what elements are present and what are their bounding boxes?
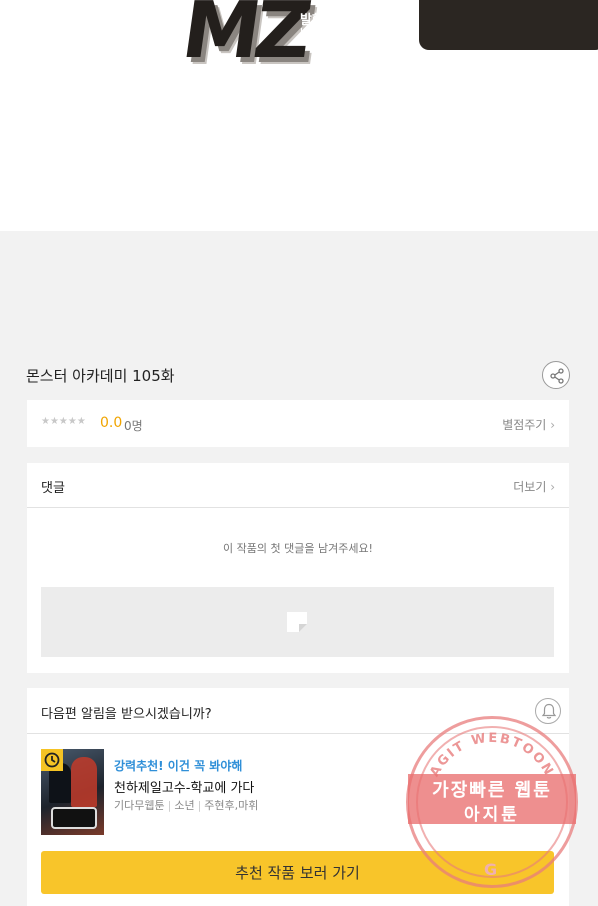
google-g-icon: G: [484, 860, 498, 879]
meta-genre: 소년: [174, 799, 195, 812]
watermark-stamp: AGIT WEBTOON 가장빠른 웹툰 아지툰 G: [406, 716, 578, 888]
header-banner-area: MZ 발행 (주)엠젯패밀리 http://mzfamily.co.kr: [0, 0, 598, 231]
comment-header: 댓글 더보기 ›: [27, 463, 569, 508]
thumbnail-title-logo: [51, 807, 97, 829]
meta-divider: |: [197, 799, 202, 812]
publisher-url: http://mzfamily.co.kr: [300, 26, 414, 39]
svg-text:AGIT WEBTOON: AGIT WEBTOON: [427, 731, 556, 780]
rating-card: ★★★★★ 0.0 0명 별점주기 ›: [27, 400, 569, 447]
clock-icon: [44, 752, 60, 768]
publisher-badge: [419, 0, 598, 50]
meta-category: 기다무웹툰: [114, 799, 165, 812]
rate-link[interactable]: 별점주기 ›: [502, 416, 555, 433]
share-icon: [550, 368, 564, 384]
comment-input-box[interactable]: [41, 587, 554, 657]
comment-section: 댓글 더보기 › 이 작품의 첫 댓글을 남겨주세요!: [27, 463, 569, 673]
episode-title: 몬스터 아카데미 105화: [26, 367, 175, 385]
recommendation-thumbnail[interactable]: [41, 749, 104, 835]
watermark-line1: 가장빠른 웹툰: [432, 780, 552, 801]
meta-divider: |: [167, 799, 172, 812]
publisher-logo-letters: MZ: [176, 0, 312, 76]
thumbnail-figure: [71, 757, 97, 807]
comment-empty-message: 이 작품의 첫 댓글을 남겨주세요!: [223, 542, 373, 555]
comment-more-link[interactable]: 더보기 ›: [513, 478, 555, 495]
rating-count: 0명: [124, 419, 143, 433]
watermark-line2: 아지툰: [464, 805, 520, 825]
comment-more-label: 더보기: [513, 480, 547, 494]
recommendation-tag: 강력추천! 이건 꼭 봐야해: [114, 759, 243, 773]
notify-question: 다음편 알림을 받으시겠습니까?: [41, 707, 212, 722]
recommendation-meta: 기다무웹툰 | 소년 | 주현후,마휘: [114, 797, 258, 813]
rate-link-label: 별점주기: [502, 418, 547, 432]
chevron-right-icon: ›: [550, 480, 555, 494]
chevron-right-icon: ›: [550, 418, 555, 432]
write-icon: [287, 612, 307, 632]
meta-authors: 주현후,마휘: [204, 799, 259, 812]
rating-stars: ★★★★★: [41, 416, 86, 427]
recommendation-title[interactable]: 천하제일고수-학교에 가다: [114, 777, 254, 796]
comment-title: 댓글: [41, 481, 65, 496]
wait-free-badge: [41, 749, 63, 771]
share-button[interactable]: [542, 361, 570, 389]
rating-score: 0.0: [100, 415, 123, 431]
